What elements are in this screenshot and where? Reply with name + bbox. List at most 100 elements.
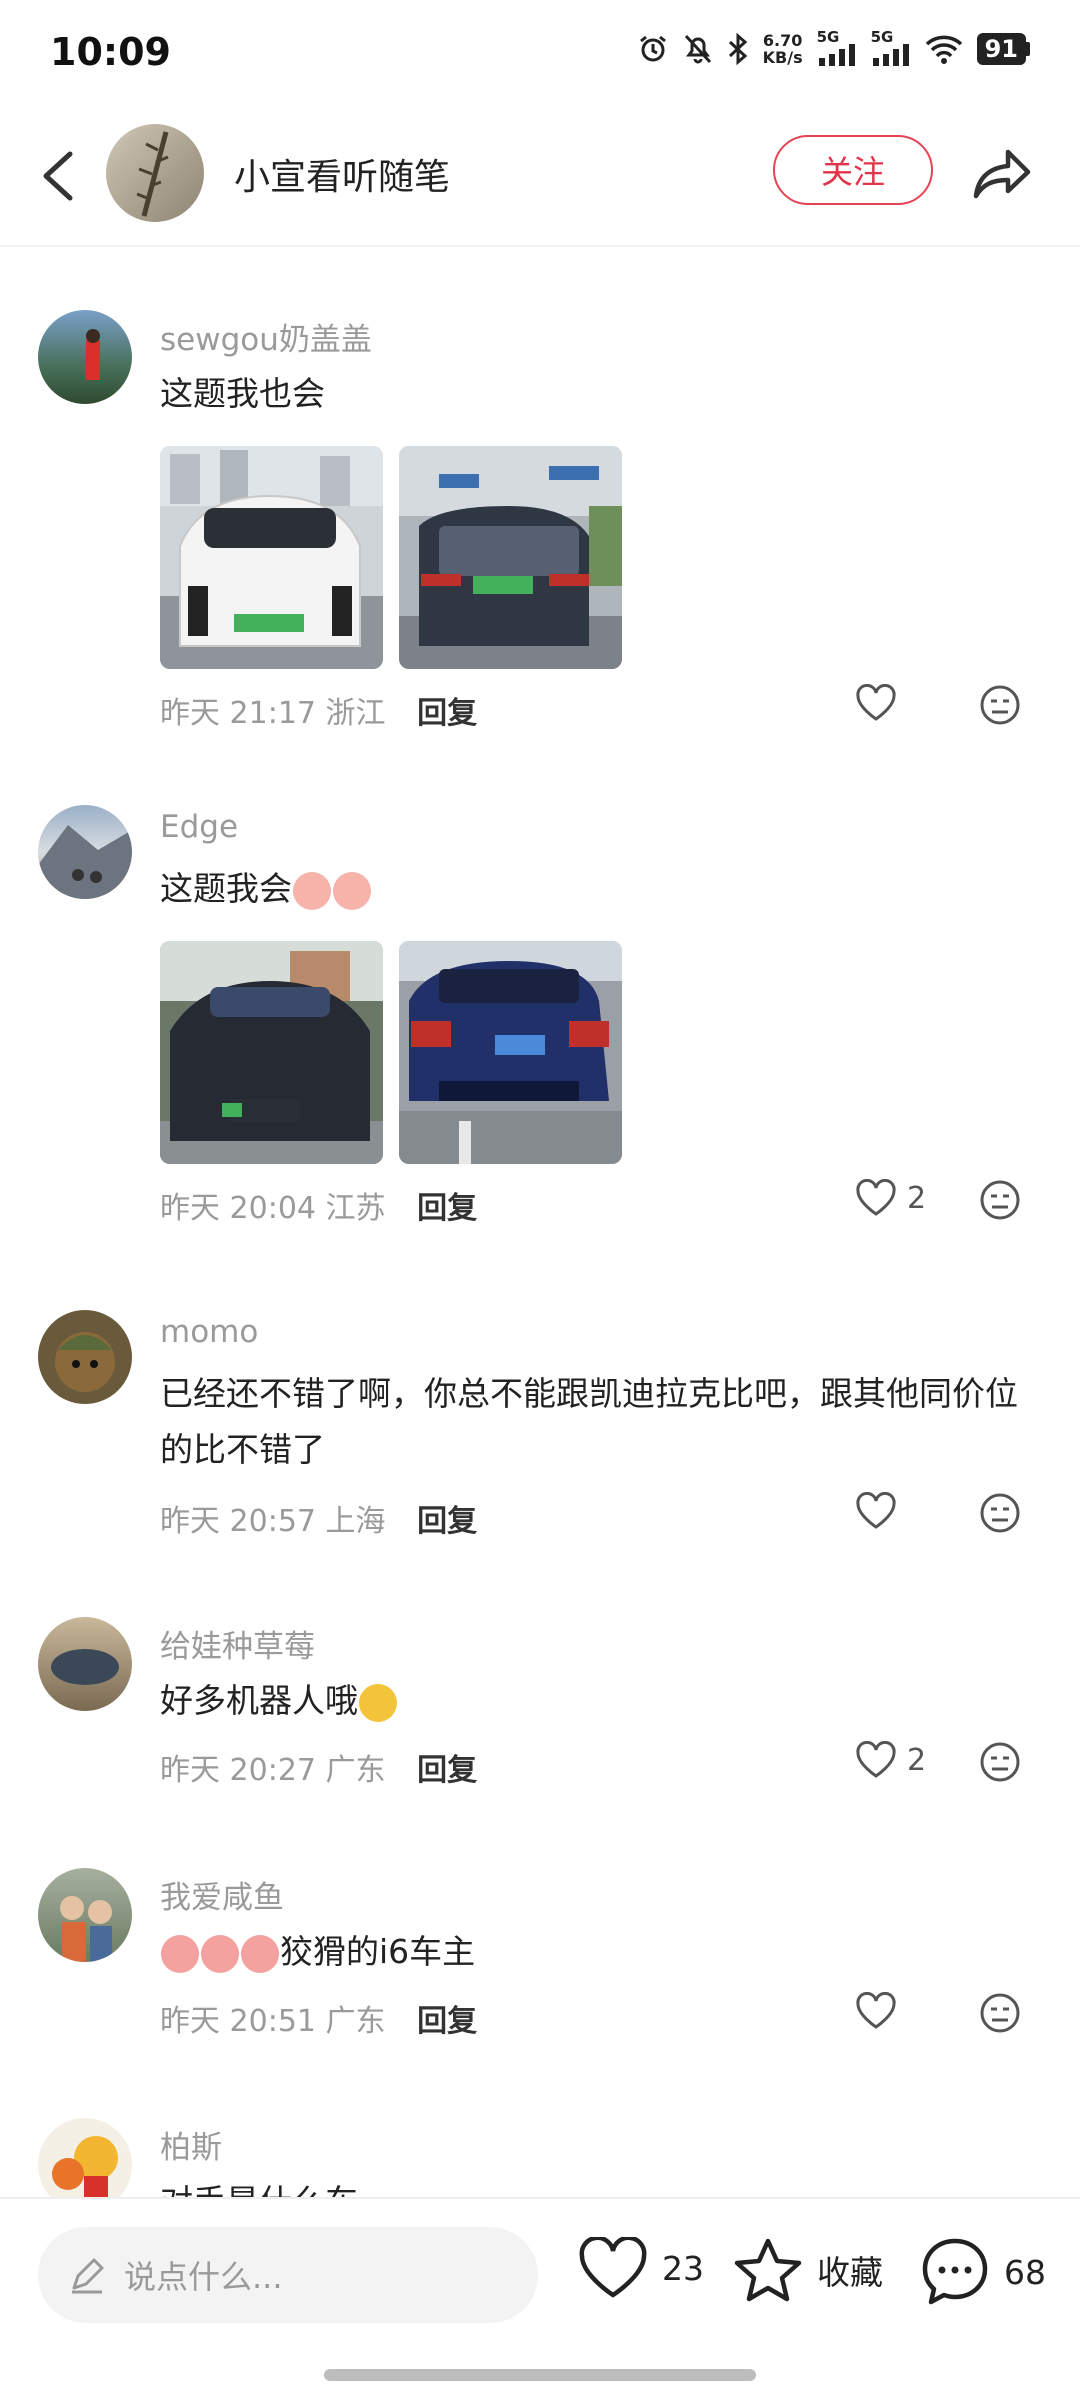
comment-username[interactable]: 给娃种草莓 <box>160 1621 315 1666</box>
black-car-photo <box>160 941 383 1164</box>
user-avatar[interactable] <box>38 805 132 899</box>
grimace-emoji-icon <box>241 1934 279 1973</box>
comment-username[interactable]: sewgou奶盖盖 <box>160 314 372 359</box>
heart-icon <box>856 684 896 721</box>
status-bar: 10:09 6.70 KB/s 5G 5G 91 <box>0 0 1080 110</box>
user-avatar-image <box>38 825 132 899</box>
heart-icon <box>856 1992 896 2029</box>
author-avatar[interactable] <box>106 124 204 222</box>
comment-time: 昨天 20:04 <box>160 1191 316 1226</box>
user-avatar[interactable] <box>38 1617 132 1711</box>
dark-car-photo <box>399 446 622 669</box>
meh-face-icon <box>980 1742 1020 1782</box>
comment-photo[interactable] <box>160 941 383 1164</box>
signal-icon <box>818 44 855 66</box>
comment-text: 狡猾的i6车主 <box>160 1924 1040 1980</box>
comments-count: 68 <box>1004 2252 1046 2292</box>
emoji-react-button[interactable] <box>979 1741 1021 1787</box>
heart-icon <box>579 2237 647 2298</box>
emoji-react-button[interactable] <box>979 1179 1021 1225</box>
comment-bubble-icon <box>922 2238 988 2305</box>
comments-button[interactable]: 68 <box>920 2237 1046 2307</box>
reply-button[interactable]: 回复 <box>417 696 477 731</box>
like-button[interactable] <box>855 1992 907 2030</box>
comment-time: 昨天 20:57 <box>160 1504 316 1539</box>
like-button[interactable] <box>855 1492 907 1530</box>
grimace-emoji-icon <box>161 1934 199 1973</box>
share-button[interactable] <box>970 140 1036 206</box>
heart-icon <box>856 1179 896 1216</box>
home-indicator[interactable] <box>324 2369 756 2381</box>
battery-tip <box>1026 42 1030 56</box>
comment-meta: 昨天 20:51 广东 回复 <box>160 1996 477 2040</box>
meh-face-icon <box>980 1180 1020 1220</box>
author-name[interactable]: 小宣看听随笔 <box>234 148 450 200</box>
comment-username[interactable]: 我爱咸鱼 <box>160 1872 284 1917</box>
emoji-react-button[interactable] <box>979 1992 1021 2038</box>
reply-button[interactable]: 回复 <box>417 1191 477 1226</box>
network-speed: 6.70 KB/s <box>763 32 803 66</box>
user-avatar[interactable] <box>38 310 132 404</box>
like-button[interactable] <box>855 684 907 722</box>
back-button[interactable] <box>32 146 82 206</box>
share-icon <box>973 149 1031 199</box>
star-icon <box>734 2238 802 2302</box>
comment-input[interactable]: 说点什么... <box>38 2227 538 2323</box>
comment-text-content: 好多机器人哦 <box>160 1681 358 1720</box>
comment-text-content: 这题我会 <box>160 869 292 908</box>
white-car-photo <box>160 446 383 669</box>
like-button[interactable]: 2 <box>855 1179 926 1217</box>
emoji-react-button[interactable] <box>979 1492 1021 1538</box>
bluetooth-icon <box>728 33 747 65</box>
like-button[interactable]: 2 <box>855 1741 926 1779</box>
crying-emoji-icon <box>293 871 331 910</box>
crying-emoji-icon <box>333 871 371 910</box>
comment-location: 广东 <box>325 1753 386 1788</box>
user-avatar-image <box>55 1332 115 1392</box>
favorite-label: 收藏 <box>817 2253 883 2292</box>
comment-photo[interactable] <box>160 446 383 669</box>
comment-username[interactable]: 柏斯 <box>160 2122 222 2167</box>
reply-button[interactable]: 回复 <box>417 2004 477 2039</box>
user-avatar[interactable] <box>38 1868 132 1962</box>
like-post-button[interactable]: 23 <box>578 2237 704 2299</box>
mute-icon <box>684 34 711 64</box>
comment-text: 这题我也会 <box>160 374 325 413</box>
wifi-icon <box>925 35 962 64</box>
user-avatar-image <box>86 329 100 380</box>
status-time: 10:09 <box>50 30 171 74</box>
heart-icon <box>856 1741 896 1778</box>
comment-username[interactable]: Edge <box>160 809 238 845</box>
comment-text: 已经还不错了啊，你总不能跟凯迪拉克比吧，跟其他同价位的比不错了 <box>160 1374 1018 1469</box>
comment-text: 好多机器人哦 <box>160 1673 1040 1729</box>
comment-time: 昨天 20:27 <box>160 1753 316 1788</box>
follow-button[interactable]: 关注 <box>773 135 933 205</box>
signal-sim2: 5G <box>871 28 911 66</box>
alarm-icon <box>639 35 666 62</box>
comment-meta: 昨天 20:57 上海 回复 <box>160 1496 477 1540</box>
heart-icon <box>856 1492 896 1529</box>
comment-meta: 昨天 21:17 浙江 回复 <box>160 688 477 732</box>
back-arrow-icon <box>43 151 73 201</box>
smile-emoji-icon <box>359 1683 397 1722</box>
comment-photo[interactable] <box>399 446 622 669</box>
comment-location: 江苏 <box>325 1191 386 1226</box>
favorite-button[interactable]: 收藏 <box>733 2237 883 2303</box>
post-header: 小宣看听随笔 关注 <box>0 110 1080 247</box>
user-avatar-image <box>60 1896 112 1962</box>
comment-input-placeholder: 说点什么... <box>124 2258 283 2296</box>
comment-photo[interactable] <box>399 941 622 1164</box>
battery-level: 91 <box>976 33 1026 65</box>
pencil-icon <box>72 2258 104 2294</box>
comment-username[interactable]: momo <box>160 1314 258 1350</box>
grimace-emoji-icon <box>201 1934 239 1973</box>
network-speed-unit: KB/s <box>762 48 803 67</box>
reply-button[interactable]: 回复 <box>417 1504 477 1539</box>
emoji-react-button[interactable] <box>979 684 1021 730</box>
user-avatar[interactable] <box>38 1310 132 1404</box>
user-avatar-image <box>51 1649 119 1685</box>
comment-photos <box>160 446 622 669</box>
author-avatar-image <box>136 131 169 217</box>
reply-button[interactable]: 回复 <box>417 1753 477 1788</box>
comment-time: 昨天 20:51 <box>160 2004 316 2039</box>
